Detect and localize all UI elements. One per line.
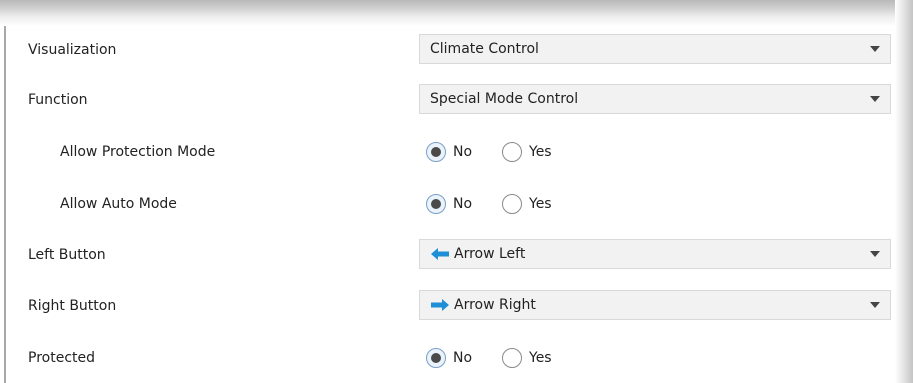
- right-button-row: Right Button Arrow Right: [16, 288, 894, 324]
- arrow-left-icon: [431, 248, 449, 260]
- function-value: Special Mode Control: [430, 91, 579, 107]
- arrow-right-icon: [431, 299, 449, 311]
- allow-protection-mode-no-radio[interactable]: [426, 142, 446, 162]
- allow-protection-mode-yes-radio[interactable]: [502, 142, 522, 162]
- left-button-row: Left Button Arrow Left: [16, 237, 894, 273]
- allow-auto-mode-label: Allow Auto Mode: [60, 196, 177, 212]
- protected-no-radio[interactable]: [426, 348, 446, 368]
- chevron-down-icon: [870, 302, 880, 308]
- radio-selected-dot: [431, 199, 441, 209]
- visualization-row: Visualization Climate Control: [16, 32, 894, 68]
- allow-protection-mode-no-label[interactable]: No: [453, 134, 472, 170]
- protected-yes-radio[interactable]: [502, 348, 522, 368]
- protected-no-label[interactable]: No: [453, 340, 472, 376]
- right-button-label: Right Button: [28, 298, 117, 314]
- chevron-down-icon: [870, 46, 880, 52]
- allow-protection-mode-yes-label[interactable]: Yes: [529, 134, 552, 170]
- window-frame: Visualization Climate Control Function S…: [0, 0, 913, 383]
- allow-auto-mode-row: Allow Auto Mode No Yes: [16, 186, 894, 222]
- protected-label: Protected: [28, 350, 95, 366]
- left-button-value: Arrow Left: [454, 246, 526, 262]
- function-dropdown[interactable]: Special Mode Control: [419, 84, 891, 114]
- visualization-label: Visualization: [28, 42, 117, 58]
- allow-auto-mode-no-radio[interactable]: [426, 194, 446, 214]
- protected-yes-label[interactable]: Yes: [529, 340, 552, 376]
- allow-auto-mode-no-label[interactable]: No: [453, 186, 472, 222]
- allow-auto-mode-yes-label[interactable]: Yes: [529, 186, 552, 222]
- left-button-label: Left Button: [28, 247, 106, 263]
- top-shadow: [0, 0, 913, 26]
- chevron-down-icon: [870, 251, 880, 257]
- left-border: [4, 26, 6, 383]
- parameters-panel: Visualization Climate Control Function S…: [16, 26, 894, 383]
- radio-selected-dot: [431, 353, 441, 363]
- visualization-dropdown[interactable]: Climate Control: [419, 34, 891, 64]
- allow-protection-mode-label: Allow Protection Mode: [60, 144, 216, 160]
- function-label: Function: [28, 92, 88, 108]
- right-button-value: Arrow Right: [454, 297, 536, 313]
- function-row: Function Special Mode Control: [16, 82, 894, 118]
- protected-row: Protected No Yes: [16, 340, 894, 376]
- allow-protection-mode-row: Allow Protection Mode No Yes: [16, 134, 894, 170]
- chevron-down-icon: [870, 96, 880, 102]
- right-shadow: [895, 0, 913, 383]
- allow-auto-mode-yes-radio[interactable]: [502, 194, 522, 214]
- visualization-value: Climate Control: [430, 41, 539, 57]
- right-button-dropdown[interactable]: Arrow Right: [419, 290, 891, 320]
- radio-selected-dot: [431, 147, 441, 157]
- left-button-dropdown[interactable]: Arrow Left: [419, 239, 891, 269]
